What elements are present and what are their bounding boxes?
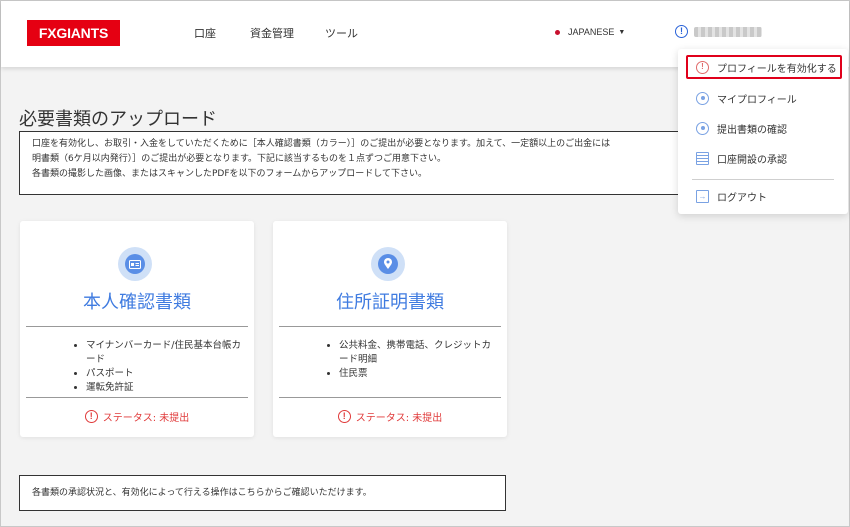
alert-icon: ! xyxy=(337,410,351,423)
notice-box: 口座を有効化し、お取引・入金をしていただくために［本人確認書類（カラー）］のご提… xyxy=(19,131,719,195)
divider xyxy=(26,397,248,398)
notice-line: 明書類（6ケ月以内発行）］のご提出が必要となります。下記に該当するものを１点ずつ… xyxy=(32,154,447,164)
blurred-username xyxy=(694,26,762,37)
card-title: 本人確認書類 xyxy=(83,292,191,313)
menu-label: マイプロフィール xyxy=(717,94,797,106)
activate-profile-item[interactable]: ! プロフィールを有効化する xyxy=(686,55,842,79)
document-list: マイナンバーカード/住民基本台帳カード パスポート 運転免許証 xyxy=(86,339,246,395)
list-item: 公共料金、携帯電話、クレジットカード明細 xyxy=(339,339,499,367)
language-flag-icon xyxy=(555,29,560,35)
nav-tools[interactable]: ツール xyxy=(325,25,358,41)
list-item: パスポート xyxy=(86,367,246,381)
status-text: ステータス: 未提出 xyxy=(102,413,190,424)
user-menu[interactable]: ! xyxy=(675,25,762,38)
list-icon xyxy=(696,151,709,165)
user-icon xyxy=(696,91,709,105)
bottom-note: 各書類の承認状況と、有効化によって行える操作はこちらからご確認いただけます。 xyxy=(19,475,506,511)
warning-icon: ! xyxy=(696,60,709,74)
fxgiants-logo[interactable]: FXGIANTS xyxy=(27,20,120,46)
card-title: 住所証明書類 xyxy=(336,292,444,313)
menu-label: ログアウト xyxy=(717,192,767,204)
status-text: ステータス: 未提出 xyxy=(355,413,443,424)
alert-icon: ! xyxy=(84,410,98,423)
list-item: 住民票 xyxy=(339,367,499,381)
id-card-icon xyxy=(118,247,152,281)
account-approval-item[interactable]: 口座開設の承認 xyxy=(686,146,842,170)
notice-line: 口座を有効化し、お取引・入金をしていただくために［本人確認書類（カラー）］のご提… xyxy=(32,139,611,149)
menu-divider xyxy=(692,179,834,180)
divider xyxy=(26,326,248,327)
divider xyxy=(279,326,501,327)
document-list: 公共料金、携帯電話、クレジットカード明細 住民票 xyxy=(339,339,499,381)
nav-account[interactable]: 口座 xyxy=(194,25,216,41)
identity-document-card[interactable]: 本人確認書類 マイナンバーカード/住民基本台帳カード パスポート 運転免許証 !… xyxy=(20,221,254,437)
submitted-documents-item[interactable]: 提出書類の確認 xyxy=(686,116,842,140)
menu-label: 口座開設の承認 xyxy=(717,154,787,166)
nav-funds[interactable]: 資金管理 xyxy=(250,25,294,41)
caret-down-icon: ▼ xyxy=(618,28,626,36)
language-label: JAPANESE xyxy=(568,27,615,37)
my-profile-item[interactable]: マイプロフィール xyxy=(686,86,842,110)
status-badge: ! ステータス: 未提出 xyxy=(273,409,507,424)
notice-line: 各書類の撮影した画像、またはスキャンしたPDFを以下のフォームからアップロードし… xyxy=(32,169,427,179)
list-item: マイナンバーカード/住民基本台帳カード xyxy=(86,339,246,367)
alert-icon: ! xyxy=(675,25,688,38)
address-document-card[interactable]: 住所証明書類 公共料金、携帯電話、クレジットカード明細 住民票 ! ステータス:… xyxy=(273,221,507,437)
menu-label: プロフィールを有効化する xyxy=(717,63,837,75)
logout-item[interactable]: → ログアウト xyxy=(686,184,842,208)
list-item: 運転免許証 xyxy=(86,381,246,395)
user-dropdown-menu: ! プロフィールを有効化する マイプロフィール 提出書類の確認 口座開設の承認 … xyxy=(678,49,848,214)
status-badge: ! ステータス: 未提出 xyxy=(20,409,254,424)
user-icon xyxy=(696,121,709,135)
menu-label: 提出書類の確認 xyxy=(717,124,787,136)
page-title: 必要書類のアップロード xyxy=(19,109,217,130)
logout-icon: → xyxy=(696,189,709,203)
divider xyxy=(279,397,501,398)
location-pin-icon xyxy=(371,247,405,281)
language-selector[interactable]: JAPANESE ▼ xyxy=(555,27,625,37)
